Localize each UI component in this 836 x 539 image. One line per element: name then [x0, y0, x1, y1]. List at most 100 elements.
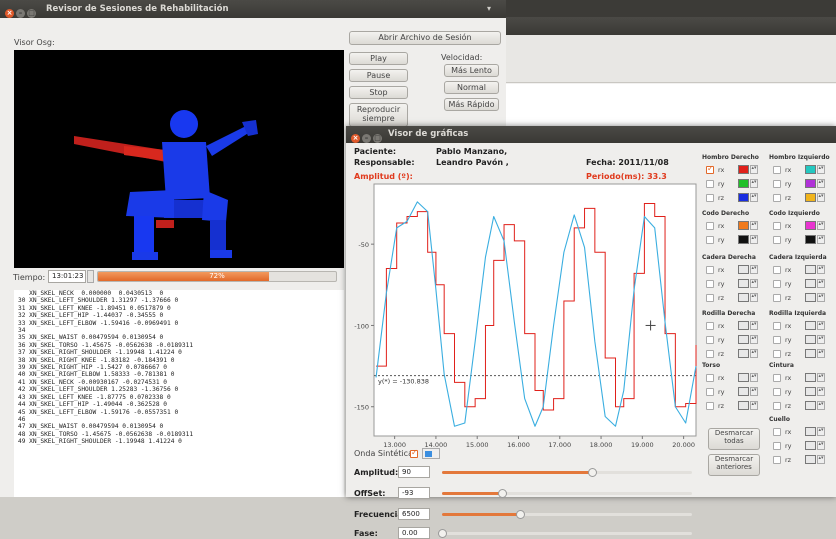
session-log[interactable]: XN_SKEL_NECK 0.000000 0.0430513 0 30 XN_S… — [14, 290, 344, 497]
axis-color-swatch[interactable] — [805, 235, 816, 244]
slider-knob[interactable] — [438, 529, 447, 538]
minimize-icon[interactable]: – — [16, 9, 25, 18]
axis-color-swatch[interactable] — [805, 349, 816, 358]
color-spinner[interactable]: ▴▾ — [817, 179, 825, 188]
axis-checkbox[interactable] — [773, 294, 781, 302]
axis-checkbox[interactable] — [706, 236, 714, 244]
axis-color-swatch[interactable] — [738, 335, 749, 344]
axis-checkbox[interactable]: ✓ — [706, 164, 714, 174]
osg-viewer[interactable] — [14, 50, 344, 268]
axis-color-swatch[interactable] — [805, 265, 816, 274]
axis-color-swatch[interactable] — [805, 165, 816, 174]
synthetic-checkbox[interactable]: ✓ — [410, 448, 418, 458]
untick-previous-button[interactable]: Desmarcar anteriores — [708, 454, 760, 476]
axis-checkbox[interactable] — [773, 350, 781, 358]
axis-checkbox[interactable] — [706, 194, 714, 202]
axis-color-swatch[interactable] — [738, 235, 749, 244]
axis-color-swatch[interactable] — [805, 179, 816, 188]
axis-checkbox[interactable] — [706, 180, 714, 188]
repeat-always-button[interactable]: Reproducir siempre — [349, 103, 408, 127]
axis-checkbox[interactable] — [773, 388, 781, 396]
axis-checkbox[interactable] — [706, 222, 714, 230]
color-spinner[interactable]: ▴▾ — [750, 179, 758, 188]
axis-color-swatch[interactable] — [738, 193, 749, 202]
axis-color-swatch[interactable] — [738, 221, 749, 230]
axis-checkbox[interactable] — [773, 402, 781, 410]
axis-checkbox[interactable] — [773, 442, 781, 450]
synthetic-color-picker[interactable] — [422, 448, 440, 459]
axis-color-swatch[interactable] — [805, 455, 816, 464]
play-button[interactable]: Play — [349, 52, 408, 65]
menu-arrow-icon[interactable]: ▾ — [487, 0, 491, 18]
synthetic-param-input[interactable]: 6500 — [398, 508, 430, 520]
axis-checkbox[interactable] — [706, 388, 714, 396]
axis-color-swatch[interactable] — [738, 401, 749, 410]
color-spinner[interactable]: ▴▾ — [817, 221, 825, 230]
synthetic-param-input[interactable]: 90 — [398, 466, 430, 478]
graph-maximize-icon[interactable]: □ — [373, 134, 382, 143]
axis-color-swatch[interactable] — [738, 179, 749, 188]
normal-speed-button[interactable]: Normal — [444, 81, 499, 94]
axis-checkbox[interactable] — [773, 374, 781, 382]
axis-checkbox[interactable] — [773, 222, 781, 230]
color-spinner[interactable]: ▴▾ — [750, 221, 758, 230]
color-spinner[interactable]: ▴▾ — [817, 335, 825, 344]
maximize-icon[interactable]: □ — [27, 9, 36, 18]
color-spinner[interactable]: ▴▾ — [817, 279, 825, 288]
axis-checkbox[interactable] — [773, 322, 781, 330]
graph-close-icon[interactable]: × — [351, 134, 360, 143]
axis-color-swatch[interactable] — [738, 373, 749, 382]
axis-color-swatch[interactable] — [805, 193, 816, 202]
synthetic-param-slider[interactable] — [442, 532, 692, 535]
axis-checkbox[interactable] — [706, 322, 714, 330]
color-spinner[interactable]: ▴▾ — [750, 349, 758, 358]
axis-checkbox[interactable] — [706, 294, 714, 302]
axis-checkbox[interactable] — [706, 402, 714, 410]
axis-color-swatch[interactable] — [738, 321, 749, 330]
close-icon[interactable]: × — [5, 9, 14, 18]
color-spinner[interactable]: ▴▾ — [750, 165, 758, 174]
color-spinner[interactable]: ▴▾ — [817, 455, 825, 464]
axis-color-swatch[interactable] — [738, 349, 749, 358]
amplitude-chart[interactable]: -50 -100 -150 13.000 14.000 15.000 16.000 17.00… — [352, 182, 698, 448]
axis-color-swatch[interactable] — [738, 293, 749, 302]
pause-button[interactable]: Pause — [349, 69, 408, 82]
axis-checkbox[interactable] — [706, 280, 714, 288]
faster-button[interactable]: Más Rápido — [444, 98, 499, 111]
axis-checkbox[interactable] — [706, 374, 714, 382]
axis-checkbox[interactable] — [706, 336, 714, 344]
time-field[interactable]: 13:01:23 — [48, 270, 86, 283]
color-spinner[interactable]: ▴▾ — [750, 279, 758, 288]
axis-color-swatch[interactable] — [805, 221, 816, 230]
axis-color-swatch[interactable] — [805, 335, 816, 344]
axis-checkbox[interactable] — [773, 236, 781, 244]
synthetic-param-input[interactable]: -93 — [398, 487, 430, 499]
color-spinner[interactable]: ▴▾ — [817, 235, 825, 244]
color-spinner[interactable]: ▴▾ — [750, 265, 758, 274]
axis-checkbox[interactable] — [773, 428, 781, 436]
axis-checkbox[interactable] — [773, 336, 781, 344]
color-spinner[interactable]: ▴▾ — [750, 401, 758, 410]
color-spinner[interactable]: ▴▾ — [817, 387, 825, 396]
color-spinner[interactable]: ▴▾ — [750, 373, 758, 382]
slider-knob[interactable] — [515, 510, 525, 519]
color-spinner[interactable]: ▴▾ — [817, 401, 825, 410]
stop-button[interactable]: Stop — [349, 86, 408, 99]
axis-color-swatch[interactable] — [805, 401, 816, 410]
color-spinner[interactable]: ▴▾ — [750, 235, 758, 244]
axis-color-swatch[interactable] — [738, 265, 749, 274]
color-spinner[interactable]: ▴▾ — [817, 373, 825, 382]
axis-color-swatch[interactable] — [738, 279, 749, 288]
axis-color-swatch[interactable] — [805, 321, 816, 330]
time-spinner[interactable] — [87, 270, 94, 283]
axis-checkbox[interactable] — [773, 280, 781, 288]
slider-knob[interactable] — [588, 468, 597, 477]
color-spinner[interactable]: ▴▾ — [750, 293, 758, 302]
axis-color-swatch[interactable] — [738, 387, 749, 396]
axis-color-swatch[interactable] — [805, 279, 816, 288]
axis-checkbox[interactable] — [773, 166, 781, 174]
open-session-button[interactable]: Abrir Archivo de Sesión — [349, 31, 501, 45]
color-spinner[interactable]: ▴▾ — [817, 265, 825, 274]
color-spinner[interactable]: ▴▾ — [817, 165, 825, 174]
synthetic-param-input[interactable]: 0.00 — [398, 527, 430, 539]
